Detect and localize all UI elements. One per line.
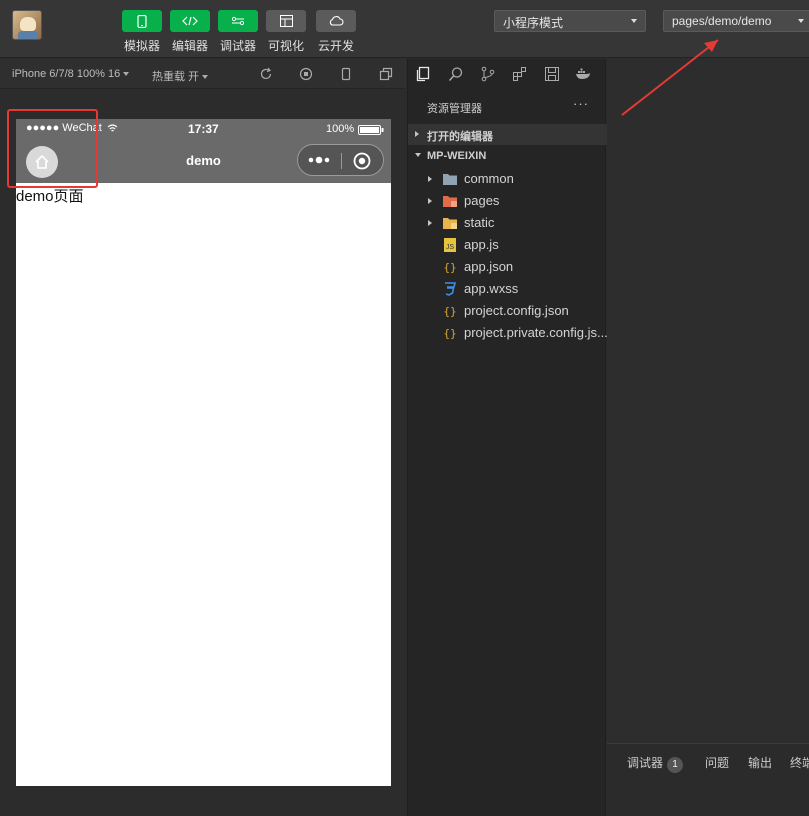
tree-item-common[interactable]: common [408, 168, 607, 190]
hot-reload-value: 热重载 开 [152, 71, 200, 83]
tab-problems[interactable]: 问题 [705, 754, 729, 771]
device-rotate-icon[interactable] [339, 67, 353, 81]
json-file-icon: {} [443, 305, 456, 318]
search-icon[interactable] [448, 66, 464, 82]
wifi-icon [107, 124, 118, 132]
tree-item-label: app.json [464, 259, 514, 274]
chevron-right-icon [415, 131, 419, 137]
tree-item-app-json[interactable]: {} app.json [408, 256, 607, 278]
cloud-label: 云开发 [317, 39, 354, 53]
folder-static-icon [443, 218, 457, 229]
svg-text:{}: {} [443, 305, 456, 318]
svg-text:{}: {} [443, 327, 456, 340]
explorer-panel: 资源管理器 ··· 打开的编辑器 MP-WEIXIN common pages … [407, 59, 608, 816]
annotation-highlight-box [7, 109, 98, 188]
tree-item-app-js[interactable]: JS app.js [408, 234, 607, 256]
svg-text:JS: JS [446, 244, 455, 251]
chevron-right-icon [428, 220, 432, 226]
extensions-icon[interactable] [512, 66, 528, 82]
capsule-divider [341, 153, 342, 169]
stop-icon[interactable] [299, 67, 313, 81]
code-icon[interactable] [170, 10, 210, 32]
json-file-icon: {} [443, 261, 456, 274]
chevron-down-icon [123, 72, 130, 77]
simulator-toolbar: iPhone 6/7/8 100% 16 热重载 开 [0, 59, 406, 89]
tab-debugger-label: 调试器 [627, 756, 664, 770]
tree-item-label: app.wxss [464, 281, 519, 296]
tree-item-label: common [464, 171, 514, 186]
chevron-right-icon [428, 198, 432, 204]
refresh-icon[interactable] [259, 67, 273, 81]
mode-select-value: 小程序模式 [503, 16, 564, 30]
chevron-down-icon [798, 19, 804, 23]
tree-item-label: pages [464, 193, 500, 208]
folder-pages-icon [443, 196, 457, 207]
tree-item-label: project.config.json [464, 303, 569, 318]
page-content-text: demo页面 [16, 188, 84, 205]
debugger-count-badge: 1 [667, 757, 684, 773]
cloud-tool[interactable]: 云开发 [316, 10, 356, 54]
hot-reload-select[interactable]: 热重载 开 [152, 68, 209, 84]
tree-item-label: project.private.config.js... [464, 325, 608, 340]
tab-terminal[interactable]: 终端 [790, 754, 809, 771]
editor-area[interactable] [607, 59, 809, 743]
debugger-label: 调试器 [219, 39, 256, 53]
open-editors-label: 打开的编辑器 [427, 131, 493, 143]
phone-icon[interactable] [122, 10, 162, 32]
device-select[interactable]: iPhone 6/7/8 100% 16 [12, 68, 130, 80]
docker-icon[interactable] [575, 66, 591, 82]
chevron-down-icon [631, 19, 637, 23]
more-actions-button[interactable]: ··· [573, 96, 589, 111]
chevron-down-icon [415, 153, 421, 157]
debugger-icon[interactable] [218, 10, 258, 32]
simulator-tool[interactable]: 模拟器 [122, 10, 162, 54]
tree-item-static[interactable]: static [408, 212, 607, 234]
source-control-icon[interactable] [480, 66, 496, 82]
battery-text: 100% [326, 123, 355, 135]
simulator-label: 模拟器 [123, 39, 160, 53]
tree-item-project-private-config[interactable]: {} project.private.config.js... [408, 322, 607, 344]
tab-output[interactable]: 输出 [748, 754, 772, 771]
phone-screen[interactable]: ●●●●● WeChat 17:37 100% demo demo页面 [16, 119, 391, 786]
layout-icon[interactable] [266, 10, 306, 32]
device-select-value: iPhone 6/7/8 100% 16 [12, 68, 121, 80]
editor-label: 编辑器 [171, 39, 208, 53]
open-editors-section[interactable]: 打开的编辑器 [408, 124, 607, 145]
editor-tool[interactable]: 编辑器 [170, 10, 210, 54]
tree-item-label: static [464, 215, 495, 230]
files-icon[interactable] [415, 66, 431, 82]
debugger-tool[interactable]: 调试器 [218, 10, 258, 54]
capsule-menu [297, 144, 384, 176]
detach-window-icon[interactable] [379, 67, 393, 81]
tree-item-app-wxss[interactable]: app.wxss [408, 278, 607, 300]
folder-icon [443, 174, 457, 185]
visual-label: 可视化 [267, 39, 304, 53]
user-avatar[interactable] [12, 10, 42, 40]
svg-text:{}: {} [443, 261, 456, 274]
css-file-icon [445, 282, 457, 296]
more-dots-icon[interactable] [308, 155, 332, 165]
save-icon[interactable] [544, 66, 560, 82]
chevron-right-icon [428, 176, 432, 182]
tree-item-project-config[interactable]: {} project.config.json [408, 300, 607, 322]
tree-item-pages[interactable]: pages [408, 190, 607, 212]
explorer-title: 资源管理器 [427, 103, 482, 115]
visual-tool[interactable]: 可视化 [266, 10, 306, 54]
debug-panel: 调试器 1 问题 输出 终端 [607, 743, 809, 816]
cloud-icon[interactable] [316, 10, 356, 32]
chevron-down-icon [202, 75, 209, 80]
project-root-section[interactable]: MP-WEIXIN [408, 146, 607, 167]
annotation-arrow [621, 39, 719, 116]
tab-debugger[interactable]: 调试器 1 [627, 754, 684, 773]
tree-item-label: app.js [464, 237, 499, 252]
close-circle-icon[interactable] [353, 152, 371, 170]
activity-bar [408, 59, 607, 89]
js-file-icon: JS [444, 238, 456, 252]
status-time: 17:37 [188, 122, 219, 136]
json-file-icon: {} [443, 327, 456, 340]
battery-icon [358, 125, 384, 135]
project-root-label: MP-WEIXIN [427, 150, 487, 162]
